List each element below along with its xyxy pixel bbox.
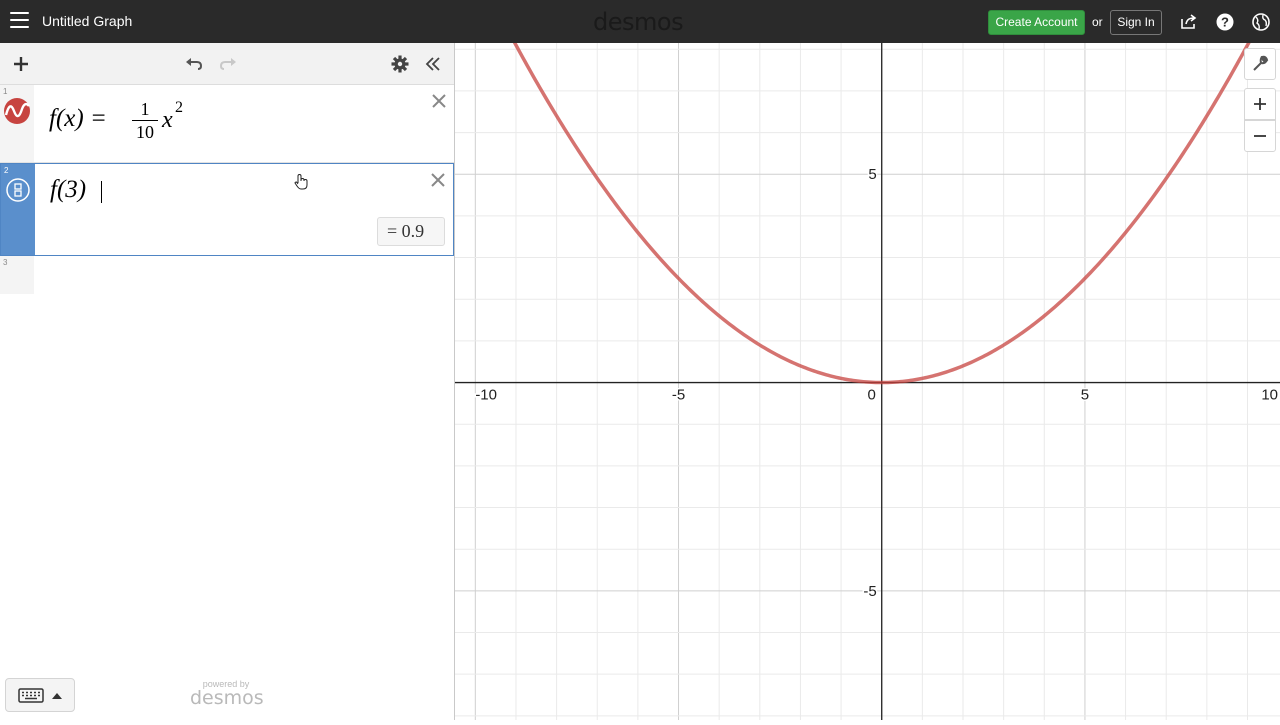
function-curve [490,0,1274,385]
expression-panel: 1 f(x) = 1 10 x 2 2 f(3) = 0.9 3 powered… [0,43,455,720]
expression-row-1[interactable]: 1 f(x) = 1 10 x 2 [0,85,454,163]
graph-canvas[interactable]: -10 -5 0 5 10 5 -5 [455,0,1280,720]
y-tick-label: 5 [868,166,876,183]
graph-curve-toggle-icon[interactable] [3,97,31,125]
fraction-bar [132,120,158,121]
expression-row-3[interactable]: 3 [0,256,454,294]
keyboard-toggle-button[interactable] [5,678,75,712]
y-tick-label: -5 [863,583,876,600]
x-tick-label: 5 [1081,387,1089,404]
expression-gutter: 3 [0,256,34,294]
plus-icon [1254,98,1266,110]
graph-title[interactable]: Untitled Graph [42,13,132,29]
share-icon[interactable] [1179,12,1199,32]
fraction-numerator: 1 [140,99,150,119]
undo-icon[interactable] [184,54,204,74]
expression-lhs: f(x) = [49,105,107,132]
x-tick-label: 10 [1261,387,1278,404]
fraction: 1 10 [132,100,158,141]
zoom-in-button[interactable] [1244,88,1276,120]
create-account-button[interactable]: Create Account [988,10,1085,35]
delete-expression-icon[interactable] [431,93,447,109]
globe-icon[interactable] [1251,12,1271,32]
or-label: or [1092,15,1103,29]
text-cursor [101,181,102,203]
graph-plot[interactable]: -10 -5 0 5 10 5 -5 [455,0,1280,720]
menu-icon[interactable] [10,12,29,31]
sign-in-button[interactable]: Sign In [1110,10,1162,35]
x-tick-label: 0 [868,387,876,404]
powered-by-desmos[interactable]: powered by desmos [190,679,264,709]
expression-gutter: 1 [0,85,34,162]
expression-index: 2 [4,166,9,175]
fraction-denominator: 10 [136,122,154,142]
expression-row-2[interactable]: 2 f(3) = 0.9 [0,163,454,256]
expression-index: 1 [3,87,8,96]
delete-expression-icon[interactable] [430,172,446,188]
help-icon[interactable]: ? [1215,12,1235,32]
expression-type-icon[interactable] [5,177,31,203]
expression-index: 3 [3,258,8,267]
minus-icon [1254,135,1266,137]
x-tick-label: -10 [475,387,497,404]
expression-variable: x [162,107,173,133]
collapse-panel-icon[interactable] [423,54,443,74]
expression-input[interactable]: f(3) [50,176,86,204]
keyboard-icon [18,688,44,703]
expression-toolbar [0,43,454,85]
svg-text:?: ? [1221,15,1229,30]
desmos-logo: desmos [593,8,684,36]
zoom-out-button[interactable] [1244,120,1276,152]
graph-settings-button[interactable] [1244,48,1276,80]
evaluation-result: = 0.9 [377,217,445,246]
hand-pointer-icon [294,173,308,190]
settings-gear-icon[interactable] [390,54,410,74]
x-tick-label: -5 [672,387,685,404]
powered-by-brand: desmos [190,687,264,709]
expression-gutter: 2 [1,164,35,255]
expression-exponent: 2 [175,99,183,116]
top-bar: Untitled Graph desmos Create Account or … [0,0,1280,43]
add-expression-icon[interactable] [11,54,31,74]
redo-icon[interactable] [218,54,238,74]
wrench-icon [1253,55,1269,71]
caret-up-icon [52,693,62,699]
